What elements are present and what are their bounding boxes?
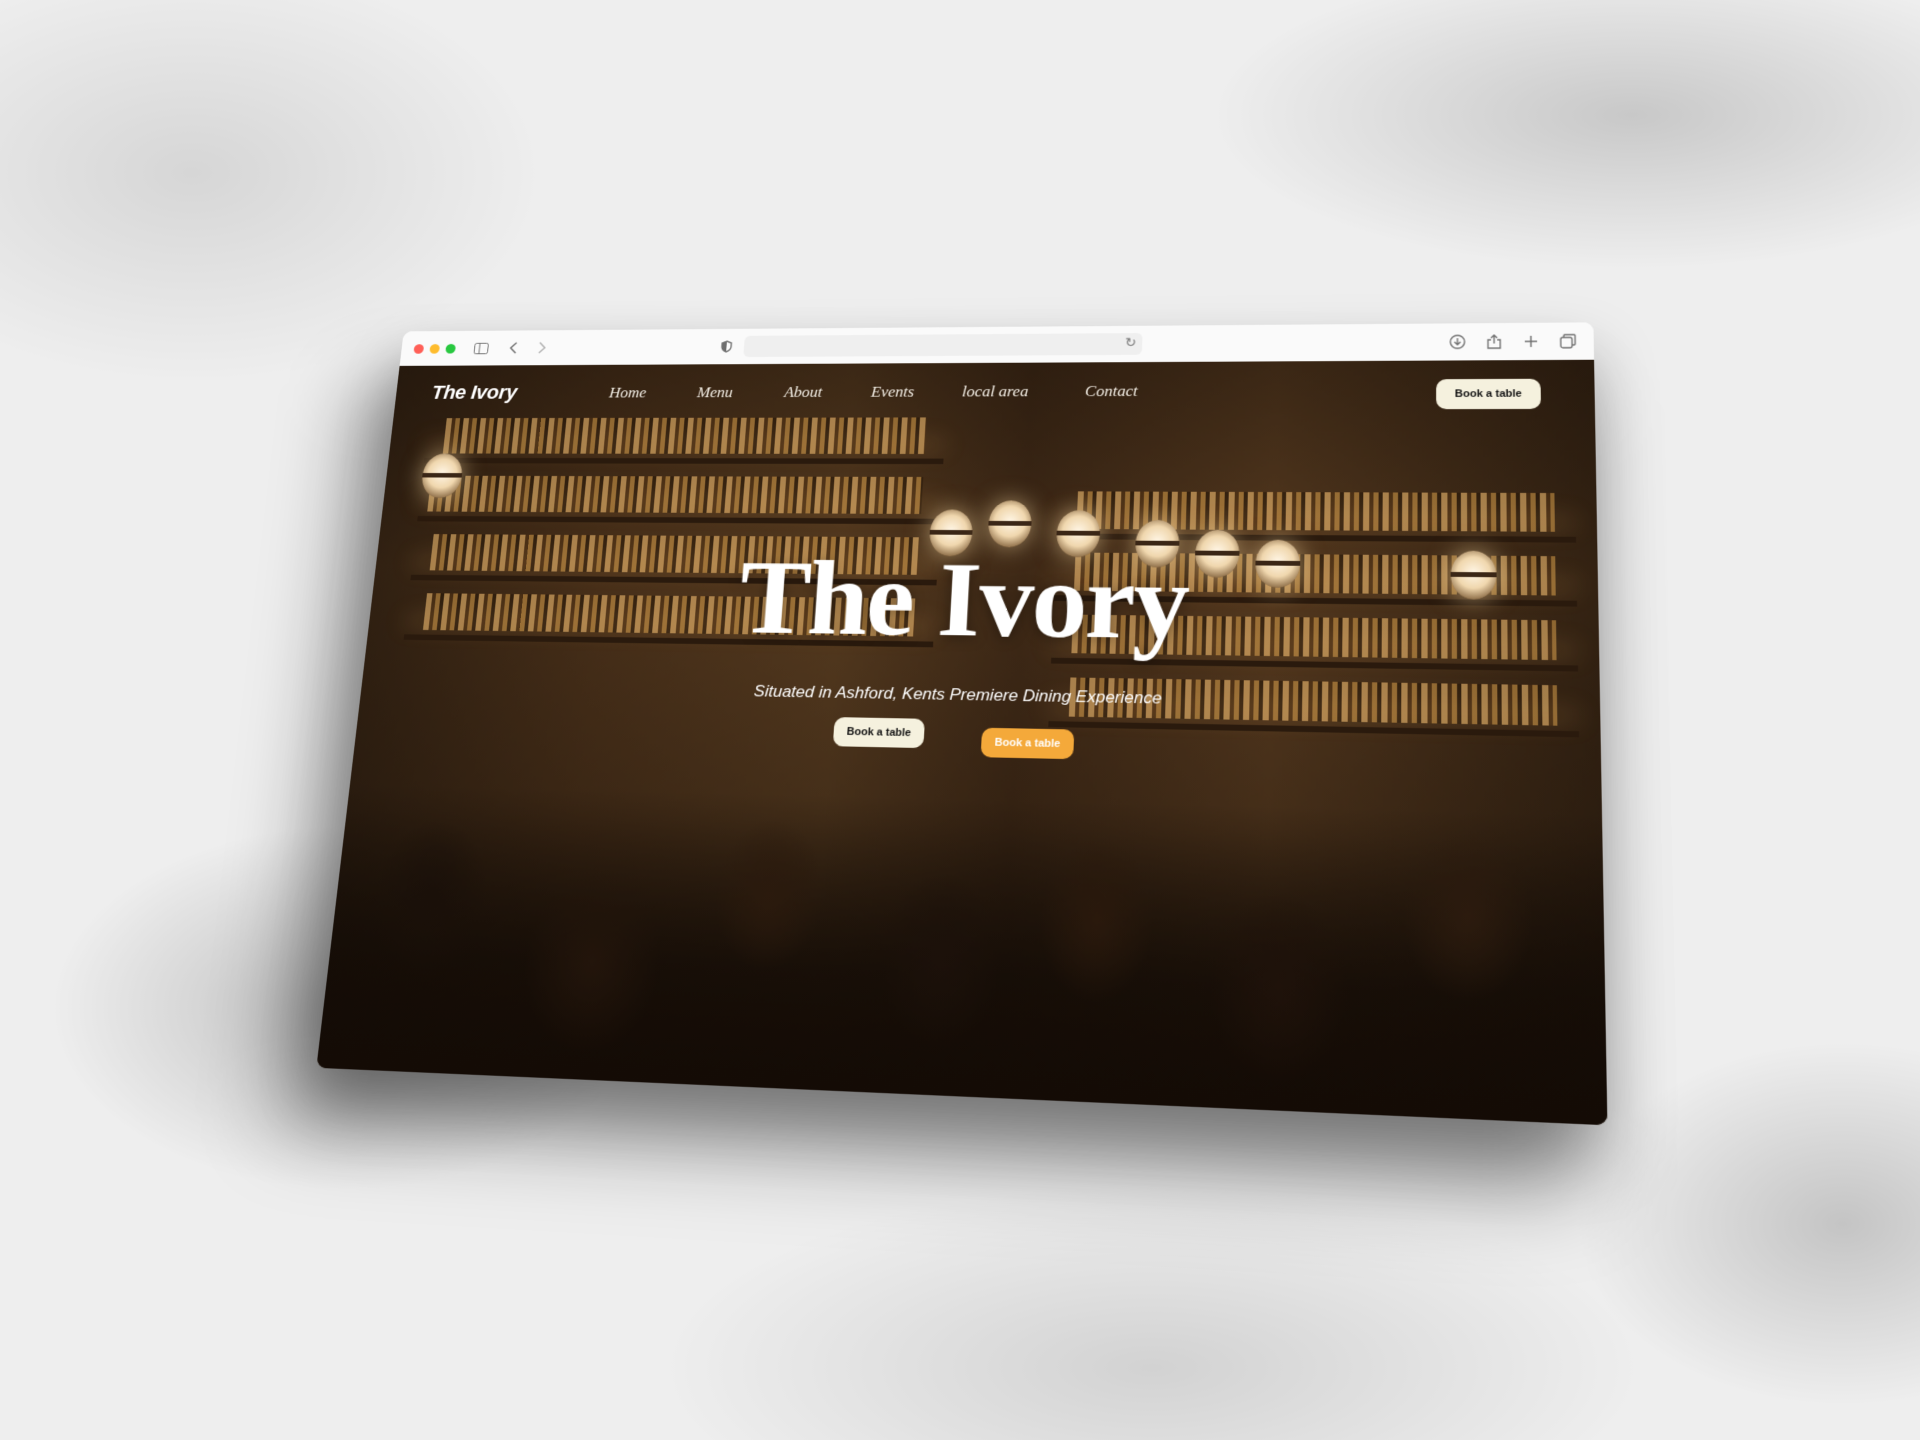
nav-local-area[interactable]: local area	[937, 383, 1053, 402]
window-controls	[413, 343, 457, 354]
nav-menu[interactable]: Menu	[670, 384, 759, 402]
hero-section: The Ivory Home Menu About Events local a…	[316, 359, 1608, 1126]
address-bar[interactable]: ↻	[743, 333, 1143, 358]
hero-book-table-accent-button[interactable]: Book a table	[980, 727, 1075, 760]
download-icon[interactable]	[1446, 332, 1468, 353]
browser-window: ↻ The Ivory Home Menu About Events local…	[316, 322, 1608, 1126]
nav-home[interactable]: Home	[584, 384, 672, 402]
tabs-icon[interactable]	[1556, 331, 1579, 352]
hero-book-table-button[interactable]: Book a table	[832, 717, 926, 749]
nav-contact[interactable]: Contact	[1053, 382, 1171, 401]
nav-events[interactable]: Events	[847, 383, 938, 401]
back-icon[interactable]	[503, 338, 525, 357]
share-icon[interactable]	[1483, 331, 1506, 352]
site-navbar: The Ivory Home Menu About Events local a…	[392, 360, 1595, 427]
nav-about[interactable]: About	[758, 383, 848, 401]
close-window-button[interactable]	[413, 343, 425, 354]
sidebar-icon[interactable]	[470, 339, 492, 358]
main-nav: Home Menu About Events local area Contac…	[584, 382, 1171, 402]
reload-icon[interactable]: ↻	[1125, 335, 1137, 350]
nav-book-table-button[interactable]: Book a table	[1436, 378, 1541, 410]
minimize-window-button[interactable]	[429, 343, 441, 354]
forward-icon[interactable]	[531, 338, 553, 357]
site-logo[interactable]: The Ivory	[431, 381, 518, 404]
hero-title: The Ivory	[734, 539, 1190, 663]
zoom-window-button[interactable]	[445, 343, 457, 354]
shield-icon[interactable]	[716, 337, 738, 357]
new-tab-icon[interactable]	[1520, 331, 1543, 352]
hero-subtitle: Situated in Ashford, Kents Premiere Dini…	[753, 681, 1163, 708]
